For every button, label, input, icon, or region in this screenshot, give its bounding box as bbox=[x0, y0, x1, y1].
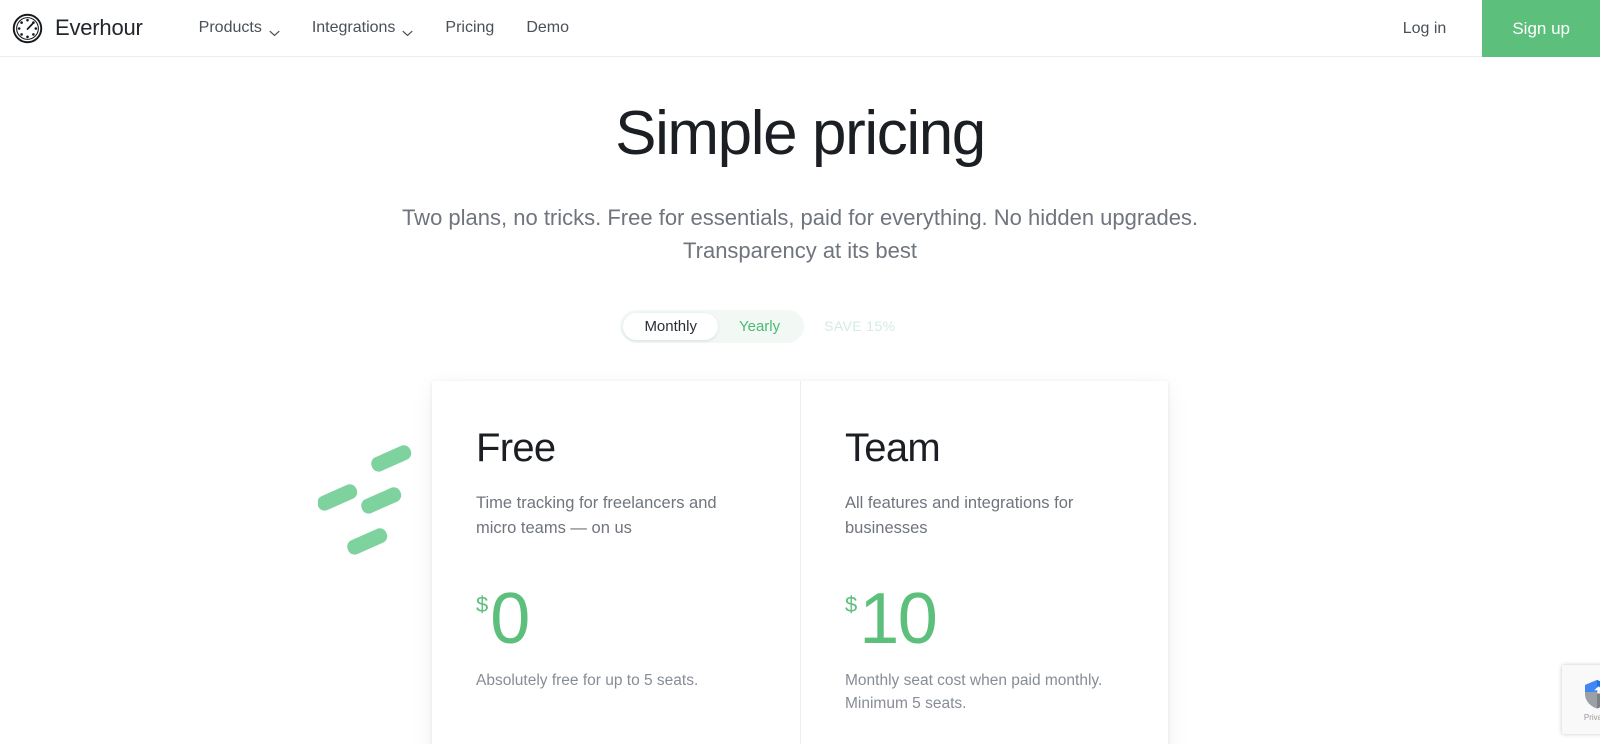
nav-item-label: Pricing bbox=[445, 20, 494, 36]
toggle-option-yearly[interactable]: Yearly bbox=[718, 313, 801, 340]
billing-toggle-row: Monthly Yearly SAVE 15% bbox=[0, 310, 1600, 343]
nav-item-pricing[interactable]: Pricing bbox=[429, 14, 510, 42]
recaptcha-badge[interactable]: Privacy bbox=[1562, 665, 1600, 734]
nav-item-integrations[interactable]: Integrations bbox=[296, 14, 430, 42]
recaptcha-privacy-label: Privacy bbox=[1584, 713, 1600, 722]
nav-item-products[interactable]: Products bbox=[183, 14, 296, 42]
toggle-option-monthly[interactable]: Monthly bbox=[623, 313, 718, 340]
plan-card-team[interactable]: Team All features and integrations for b… bbox=[800, 381, 1168, 744]
plan-card-free[interactable]: Free Time tracking for freelancers and m… bbox=[432, 381, 800, 744]
clock-logo-icon bbox=[12, 13, 43, 44]
plan-price-note: Monthly seat cost when paid monthly. Min… bbox=[845, 670, 1115, 716]
price-amount: 0 bbox=[490, 586, 529, 652]
login-link[interactable]: Log in bbox=[1389, 14, 1461, 44]
nav-item-label: Demo bbox=[526, 20, 569, 36]
header-actions: Log in Sign up bbox=[1389, 0, 1600, 57]
plan-price: $ 0 bbox=[476, 586, 756, 652]
nav-item-label: Integrations bbox=[312, 20, 396, 36]
brand-logo-link[interactable]: Everhour bbox=[12, 13, 143, 44]
signup-button[interactable]: Sign up bbox=[1482, 0, 1600, 57]
page-title: Simple pricing bbox=[0, 99, 1600, 168]
chevron-down-icon bbox=[269, 25, 280, 32]
price-amount: 10 bbox=[859, 586, 936, 652]
decorative-brush-strokes bbox=[318, 437, 438, 572]
plan-name: Team bbox=[845, 428, 1124, 468]
chevron-down-icon bbox=[402, 25, 413, 32]
price-currency-symbol: $ bbox=[476, 594, 488, 616]
site-header: Everhour Products Integrations Pricing D… bbox=[0, 0, 1600, 57]
pricing-cards: Free Time tracking for freelancers and m… bbox=[432, 381, 1168, 744]
hero-section: Simple pricing Two plans, no tricks. Fre… bbox=[0, 57, 1600, 343]
plan-price-note: Absolutely free for up to 5 seats. bbox=[476, 670, 746, 693]
save-badge: SAVE 15% bbox=[824, 318, 895, 334]
pricing-cards-section: Free Time tracking for freelancers and m… bbox=[432, 381, 1168, 744]
brand-name: Everhour bbox=[55, 17, 143, 39]
plan-name: Free bbox=[476, 428, 756, 468]
nav-item-label: Products bbox=[199, 20, 262, 36]
plan-description: Time tracking for freelancers and micro … bbox=[476, 491, 756, 542]
nav-item-demo[interactable]: Demo bbox=[510, 14, 585, 42]
plan-price: $ 10 bbox=[845, 586, 1124, 652]
price-currency-symbol: $ bbox=[845, 594, 857, 616]
plan-description: All features and integrations for busine… bbox=[845, 491, 1124, 542]
page-subtitle: Two plans, no tricks. Free for essential… bbox=[350, 202, 1250, 267]
billing-period-toggle[interactable]: Monthly Yearly bbox=[620, 310, 804, 343]
recaptcha-shield-icon bbox=[1581, 678, 1600, 710]
main-navigation: Products Integrations Pricing Demo bbox=[183, 14, 585, 42]
